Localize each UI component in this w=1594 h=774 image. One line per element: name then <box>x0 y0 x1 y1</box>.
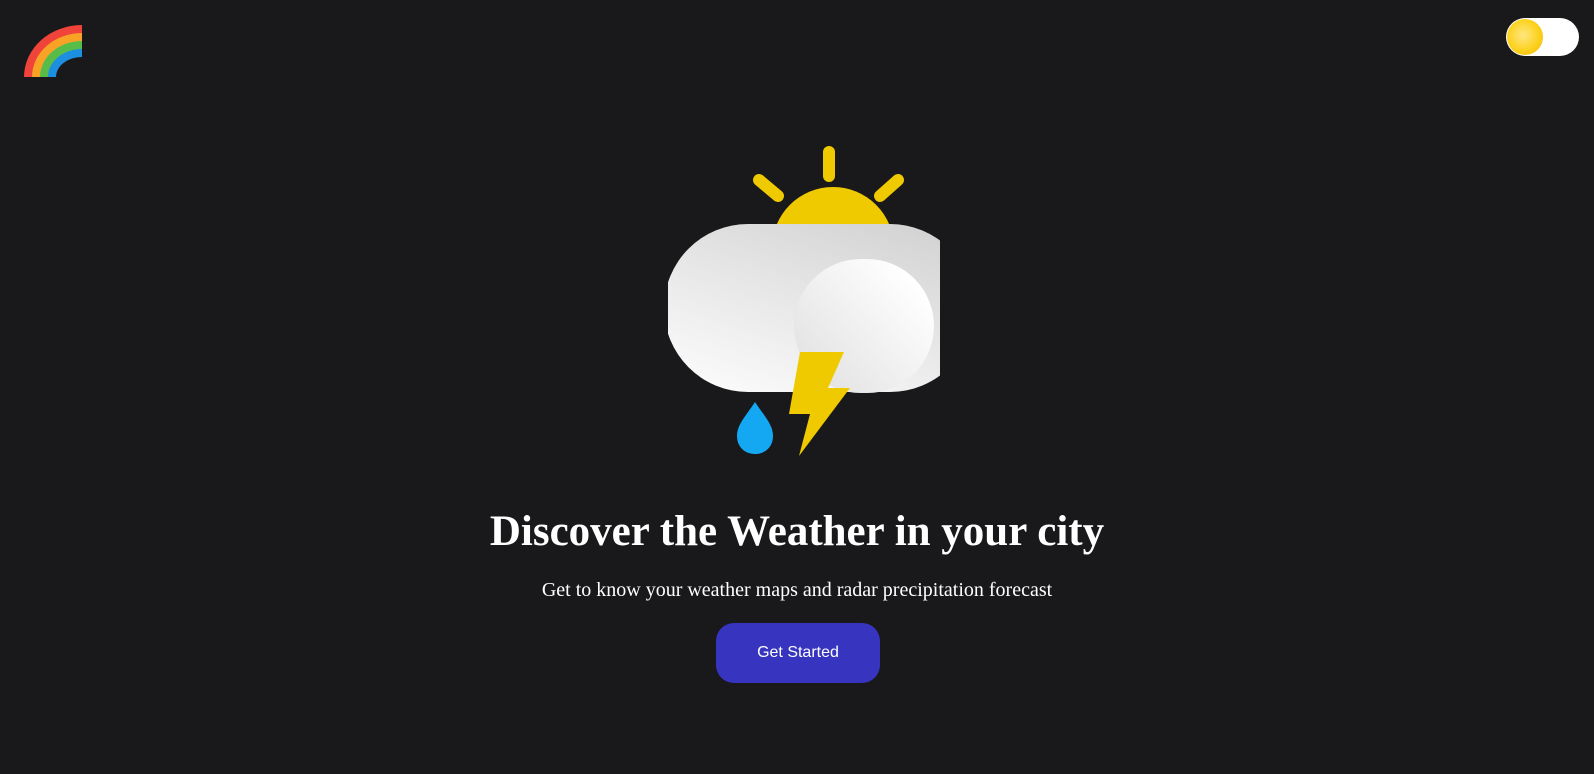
hero-title: Discover the Weather in your city <box>489 508 1105 555</box>
rainbow-icon <box>24 25 82 77</box>
hero-subtitle: Get to know your weather maps and radar … <box>541 579 1053 601</box>
theme-toggle[interactable] <box>1506 18 1579 56</box>
thunderstorm-sun-icon <box>664 146 974 456</box>
sun-icon <box>1507 19 1543 55</box>
get-started-button[interactable]: Get Started <box>716 623 880 683</box>
logo[interactable] <box>24 25 82 77</box>
weather-illustration <box>664 144 974 456</box>
